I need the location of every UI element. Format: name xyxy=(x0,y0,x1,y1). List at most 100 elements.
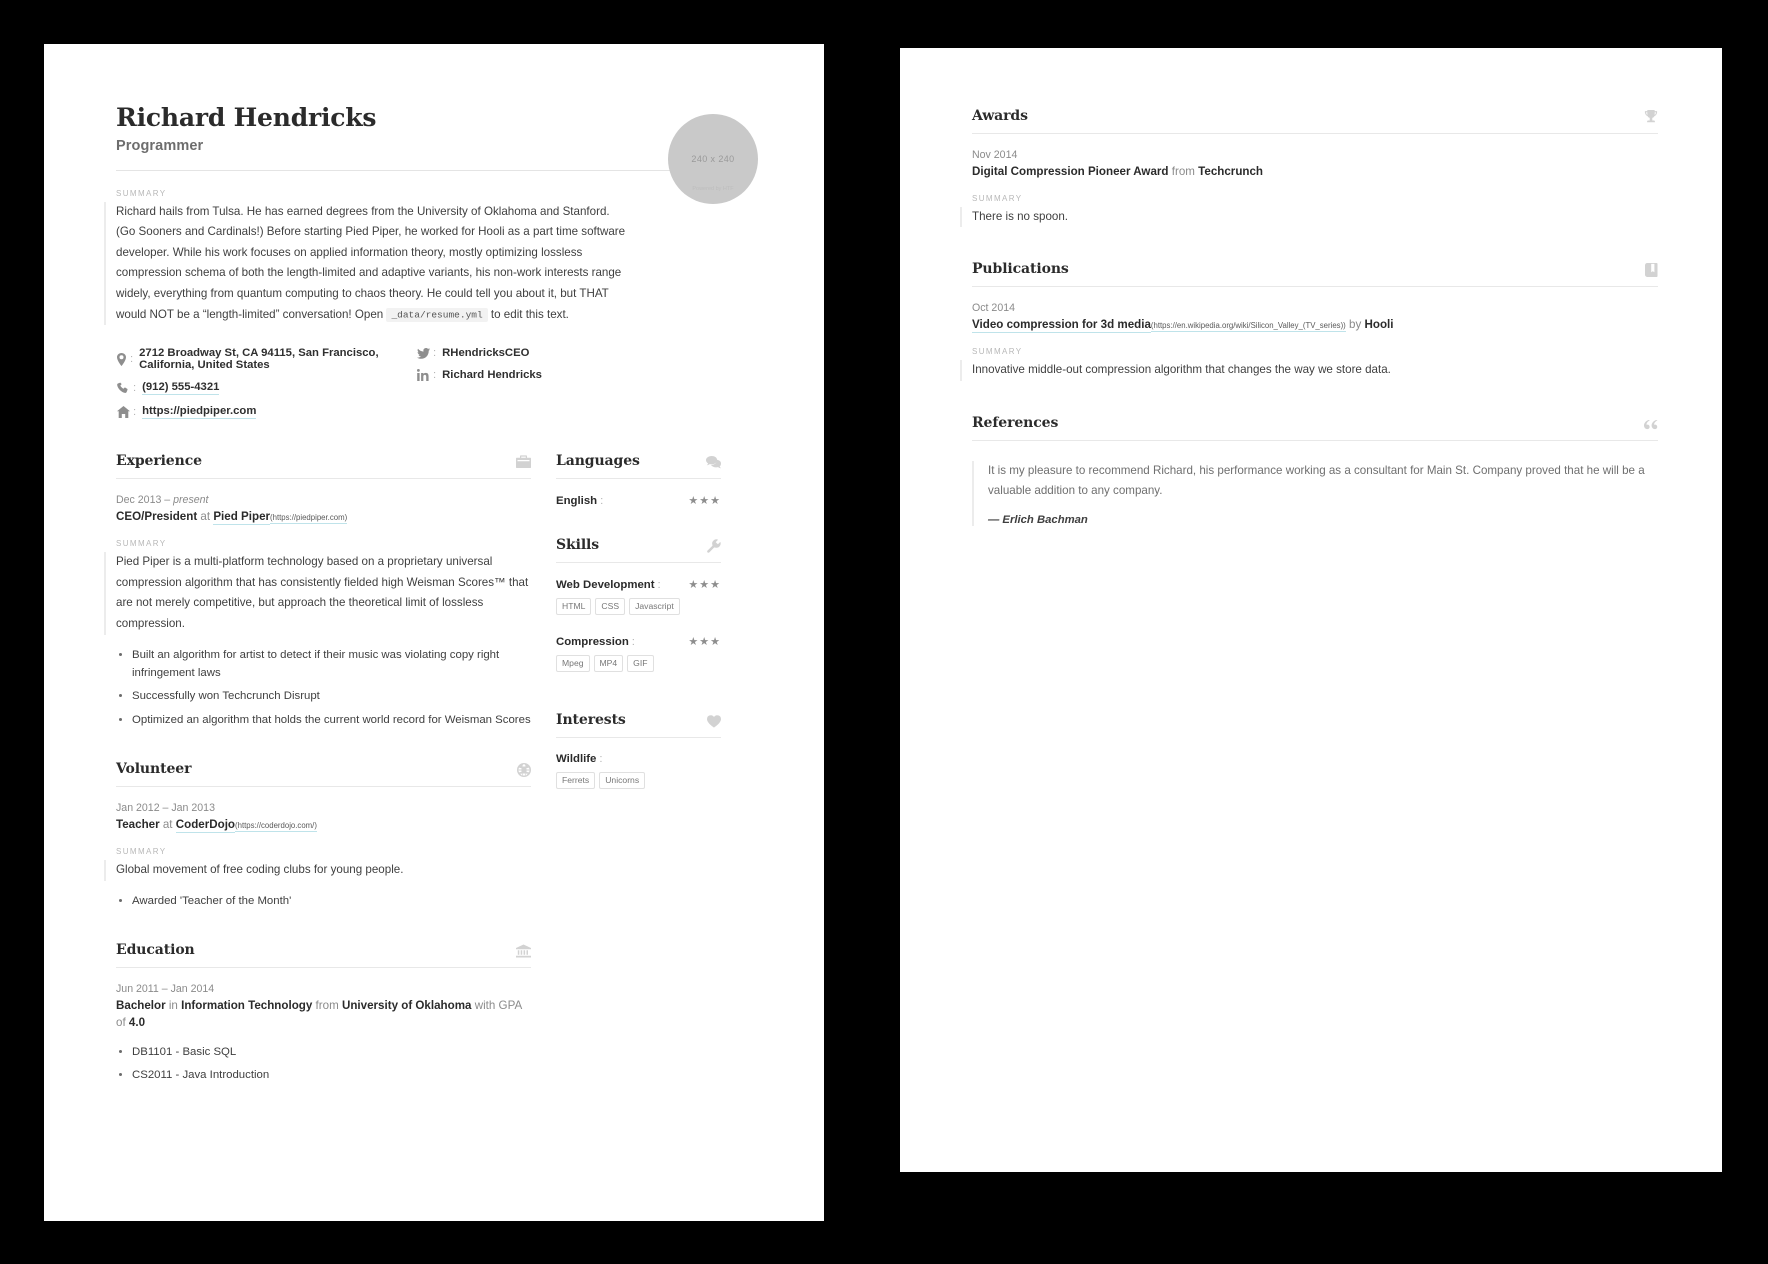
resume-page-one: Richard Hendricks Programmer 240 x 240 P… xyxy=(44,44,824,1221)
publications-title: Publications xyxy=(972,261,1069,278)
language-name: English xyxy=(556,494,598,507)
award-entry: Nov 2014 Digital Compression Pioneer Awa… xyxy=(960,134,1658,228)
reference-text: It is my pleasure to recommend Richard, … xyxy=(988,463,1645,497)
avatar: 240 x 240 Powered by HTF xyxy=(668,114,758,204)
linkedin-value[interactable]: Richard Hendricks xyxy=(442,369,542,381)
section-interests: Interests Wildlife: Ferrets Unicorns xyxy=(556,712,721,790)
awards-header: Awards xyxy=(972,108,1658,134)
contact-separator: : xyxy=(133,406,137,419)
skill-name: Web Development xyxy=(556,578,655,591)
avatar-credit: Powered by HTF xyxy=(692,186,734,192)
volunteer-organization-url[interactable]: (https://coderdojo.com/) xyxy=(235,821,317,833)
award-date: Nov 2014 xyxy=(972,149,1018,161)
experience-title: Experience xyxy=(116,453,202,470)
page-title: Richard Hendricks xyxy=(116,103,377,132)
languages-header: Languages xyxy=(556,453,721,480)
section-languages: Languages English: ★★★ xyxy=(556,453,721,507)
references-header: References xyxy=(972,415,1658,441)
contact-website-row[interactable]: : https://piedpiper.com xyxy=(116,405,416,420)
list-item: Optimized an algorithm that holds the cu… xyxy=(132,711,531,729)
contact-separator: : xyxy=(130,353,134,366)
interests-title: Interests xyxy=(556,712,626,729)
home-icon xyxy=(116,406,130,419)
twitter-value[interactable]: RHendricksCEO xyxy=(442,347,529,359)
experience-company[interactable]: Pied Piper xyxy=(213,510,271,526)
summary-part-one: Richard hails from Tulsa. He has earned … xyxy=(116,204,626,321)
language-row: English: ★★★ xyxy=(556,479,721,508)
award-connector: from xyxy=(1171,165,1195,178)
list-item: Built an algorithm for artist to detect … xyxy=(132,646,531,683)
skill-rating: ★★★ xyxy=(688,579,721,592)
publication-summary-block: SUMMARY Innovative middle-out compressio… xyxy=(960,347,1658,381)
skill-name-wrap: Compression: xyxy=(556,636,641,648)
keyword-tag: MP4 xyxy=(593,655,624,673)
keyword-tag: Ferrets xyxy=(556,772,596,790)
skill-separator: : xyxy=(657,578,661,591)
publication-url[interactable]: (https://en.wikipedia.org/wiki/Silicon_V… xyxy=(1150,321,1346,333)
book-icon xyxy=(1645,263,1658,278)
reference-author: — Erlich Bachman xyxy=(988,513,1088,526)
university-icon xyxy=(516,944,531,958)
education-entry: Jun 2011 – Jan 2014 Bachelor in Informat… xyxy=(116,968,531,1085)
twitter-icon xyxy=(416,347,430,359)
volunteer-highlights: Awarded 'Teacher of the Month' xyxy=(116,892,531,910)
contact-phone-row[interactable]: : (912) 555-4321 xyxy=(116,381,416,396)
interests-header: Interests xyxy=(556,712,721,739)
award-summary-wrap: There is no spoon. xyxy=(960,206,1658,228)
experience-summary-wrap: Pied Piper is a multi-platform technolog… xyxy=(104,552,531,635)
contact-block: : 2712 Broadway St, CA 94115, San Franci… xyxy=(116,347,752,420)
publication-connector: by xyxy=(1349,318,1362,332)
website-value[interactable]: https://piedpiper.com xyxy=(142,405,257,420)
volunteer-summary-wrap: Global movement of free coding clubs for… xyxy=(104,860,531,881)
education-courses: DB1101 - Basic SQL CS2011 - Java Introdu… xyxy=(116,1043,531,1085)
section-education: Education Jun 2011 – Jan 2014 Bachelor i… xyxy=(116,942,531,1085)
awards-title: Awards xyxy=(972,108,1028,124)
section-awards: Awards Nov 2014 Digital Compression Pion… xyxy=(960,108,1658,228)
contact-linkedin-row[interactable]: : Richard Hendricks xyxy=(416,369,542,382)
volunteer-organization[interactable]: CoderDojo xyxy=(175,818,236,834)
publication-summary-wrap: Innovative middle-out compression algori… xyxy=(960,360,1658,381)
summary-kicker: SUMMARY xyxy=(972,347,1023,357)
contact-twitter-row[interactable]: : RHendricksCEO xyxy=(416,347,542,359)
summary-part-two: to edit this text. xyxy=(490,307,569,321)
education-header: Education xyxy=(116,942,531,969)
speech-bubbles-icon xyxy=(706,456,721,469)
address-value: 2712 Broadway St, CA 94115, San Francisc… xyxy=(139,347,379,372)
volunteer-summary-block: SUMMARY Global movement of free coding c… xyxy=(104,847,531,881)
experience-date-end: present xyxy=(173,494,209,507)
keyword-tag: Javascript xyxy=(629,598,680,616)
award-title: Digital Compression Pioneer Award xyxy=(972,165,1169,178)
volunteer-position-line: Teacher at CoderDojo(https://coderdojo.c… xyxy=(116,817,531,834)
section-volunteer: Volunteer Jan 2012 – Jan 2013 Teacher at… xyxy=(104,761,531,910)
list-item: Successfully won Techcrunch Disrupt xyxy=(132,687,531,705)
volunteer-header: Volunteer xyxy=(116,761,531,788)
list-item: DB1101 - Basic SQL xyxy=(132,1043,531,1061)
experience-header: Experience xyxy=(116,453,531,480)
heart-icon xyxy=(707,715,721,728)
publication-publisher: Hooli xyxy=(1364,318,1394,332)
experience-company-url[interactable]: (https://piedpiper.com) xyxy=(270,513,348,525)
keyword-tag: CSS xyxy=(595,598,626,616)
contact-separator: : xyxy=(433,347,437,360)
experience-entry: Dec 2013 – present CEO/President at Pied… xyxy=(104,479,531,729)
publication-name[interactable]: Video compression for 3d media xyxy=(972,318,1151,334)
skill-separator: : xyxy=(631,635,635,648)
resume-page-two: Awards Nov 2014 Digital Compression Pion… xyxy=(900,48,1722,1172)
skill-rating: ★★★ xyxy=(688,636,721,649)
publication-title-line: Video compression for 3d media(https://e… xyxy=(972,317,1658,334)
phone-value[interactable]: (912) 555-4321 xyxy=(142,381,220,396)
volunteer-summary: Global movement of free coding clubs for… xyxy=(116,863,404,877)
education-degree-line: Bachelor in Information Technology from … xyxy=(116,998,528,1032)
keyword-tag: Mpeg xyxy=(556,655,590,673)
phone-icon xyxy=(116,382,130,394)
publication-entry: Oct 2014 Video compression for 3d media(… xyxy=(960,287,1658,381)
interest-name: Wildlife xyxy=(556,753,597,766)
skill-keywords: Mpeg MP4 GIF xyxy=(556,655,721,673)
experience-date: Dec 2013 – present xyxy=(116,494,531,506)
experience-date-start: Dec 2013 – xyxy=(116,494,174,507)
education-connector-from: from xyxy=(315,999,339,1013)
skill-name: Compression xyxy=(556,635,629,648)
experience-summary-block: SUMMARY Pied Piper is a multi-platform t… xyxy=(104,539,531,635)
location-pin-icon xyxy=(116,352,127,366)
language-separator: : xyxy=(600,494,604,507)
